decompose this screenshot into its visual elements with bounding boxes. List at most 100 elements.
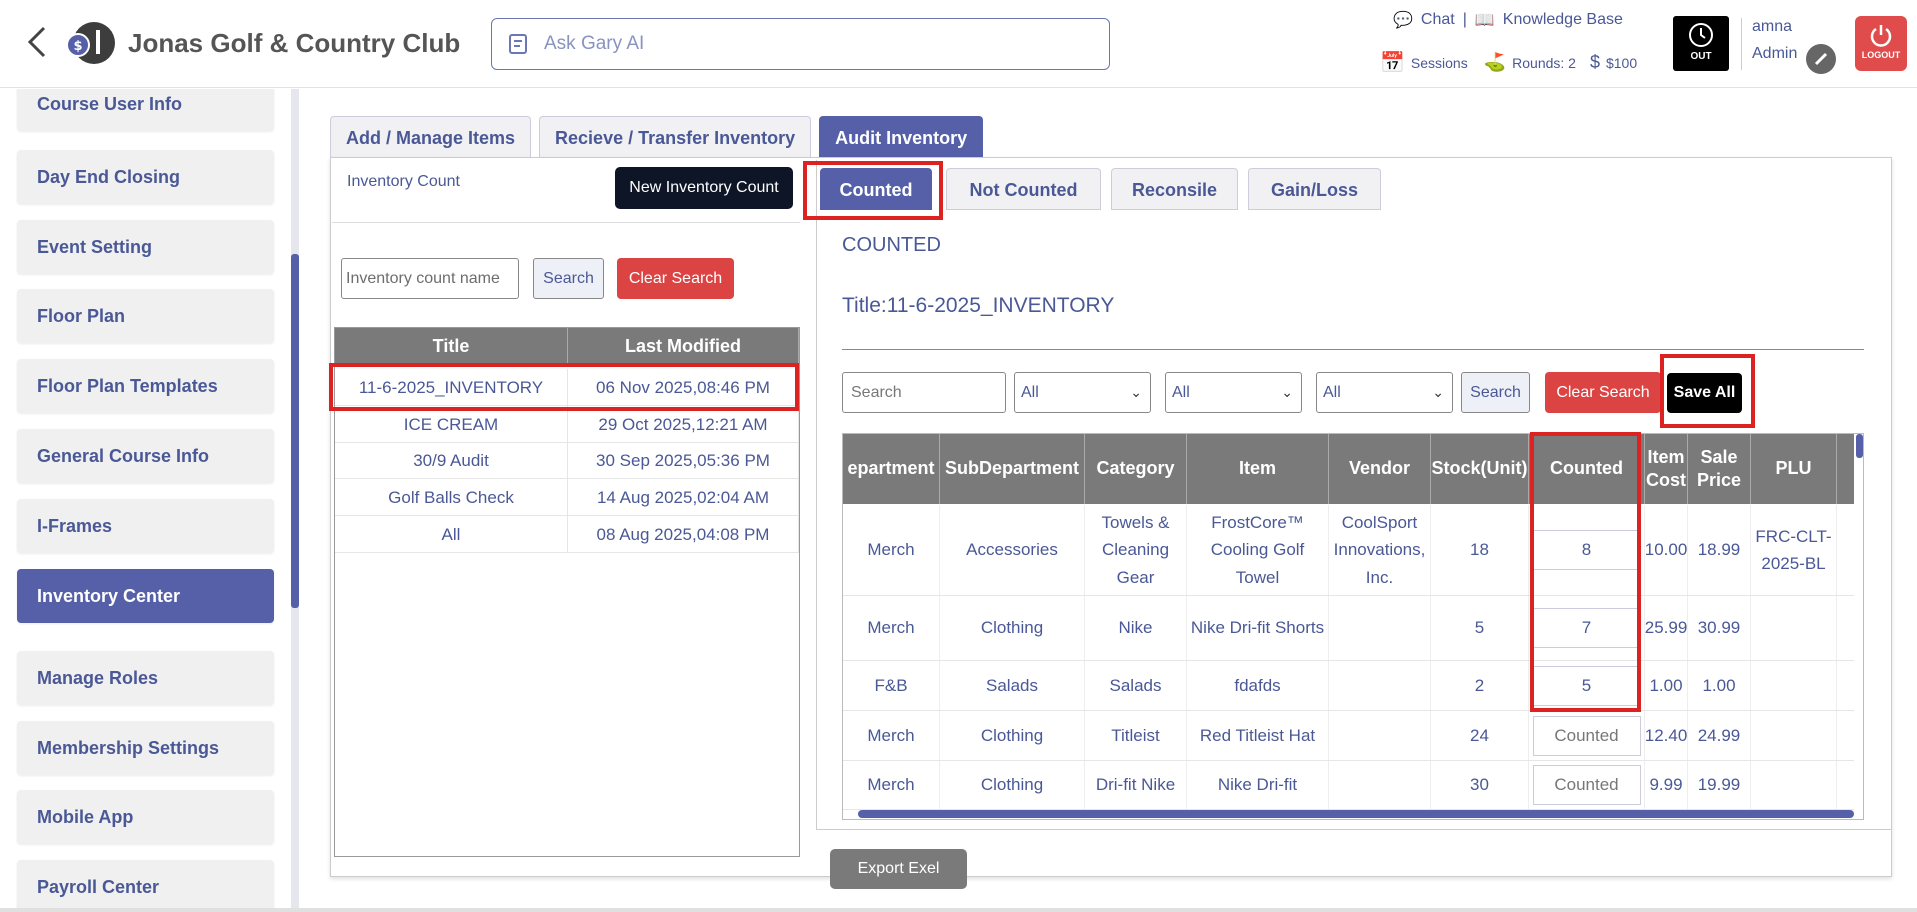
items-search-button[interactable]: Search (1461, 372, 1530, 413)
new-inventory-count-button[interactable]: New Inventory Count (615, 167, 793, 209)
subdepartment-filter-select[interactable]: All ⌄ (1165, 372, 1302, 413)
tab-not-counted[interactable]: Not Counted (946, 168, 1101, 210)
export-excel-button[interactable]: Export Exel (830, 849, 967, 889)
column-last-modified[interactable]: Last Modified (568, 328, 799, 365)
cell-counted (1529, 761, 1645, 809)
cell-item-cost: 10.00 (1645, 505, 1688, 595)
cell-vendor (1329, 761, 1431, 809)
cell-vendor (1329, 711, 1431, 760)
cell-sale-price: 24.99 (1688, 711, 1751, 760)
chat-link[interactable]: Chat (1421, 11, 1455, 29)
column-department[interactable]: epartment (843, 434, 940, 504)
cell-category: Titleist (1085, 711, 1187, 760)
cell-item: Nike Dri-fit Shorts (1187, 596, 1329, 660)
section-heading: COUNTED (842, 234, 941, 256)
sidebar-item-day-end-closing[interactable]: Day End Closing (17, 150, 274, 204)
sidebar: Course User Info Day End Closing Event S… (0, 89, 300, 912)
counted-input[interactable] (1532, 765, 1641, 805)
table-row[interactable]: Merch Accessories Towels & Cleaning Gear… (843, 505, 1854, 596)
column-category[interactable]: Category (1085, 434, 1187, 504)
dollar-icon: $ (1589, 52, 1600, 72)
table-horizontal-scrollbar[interactable] (858, 810, 1854, 818)
table-row[interactable]: Golf Balls Check 14 Aug 2025,02:04 AM (335, 479, 799, 516)
sidebar-item-course-user-info[interactable]: Course User Info (17, 89, 274, 131)
edit-profile-icon[interactable] (1806, 44, 1836, 74)
cell-subdepartment: Clothing (940, 761, 1085, 809)
tab-gain-loss[interactable]: Gain/Loss (1248, 168, 1381, 210)
table-row[interactable]: 30/9 Audit 30 Sep 2025,05:36 PM (335, 442, 799, 479)
department-filter-select[interactable]: All ⌄ (1014, 372, 1151, 413)
clock-icon (1689, 23, 1713, 47)
table-row[interactable]: ICE CREAM 29 Oct 2025,12:21 AM (335, 406, 799, 443)
header-divider (1741, 18, 1742, 70)
sidebar-item-floor-plan[interactable]: Floor Plan (17, 289, 274, 343)
user-role: Admin (1752, 45, 1798, 62)
column-stock[interactable]: Stock(Unit) (1431, 434, 1529, 504)
ask-gary-ai-input[interactable] (544, 33, 1064, 55)
cell-category: Dri-fit Nike (1085, 761, 1187, 809)
column-sale-price[interactable]: Sale Price (1688, 434, 1751, 504)
back-arrow-icon[interactable] (22, 22, 52, 62)
sidebar-item-general-course-info[interactable]: General Course Info (17, 429, 274, 483)
chevron-down-icon: ⌄ (1130, 384, 1142, 400)
column-subdepartment[interactable]: SubDepartment (940, 434, 1085, 504)
out-label: OUT (1690, 51, 1712, 62)
sessions-link[interactable]: Sessions (1411, 55, 1468, 71)
cell-department: Merch (843, 761, 940, 809)
column-plu[interactable]: PLU (1751, 434, 1837, 504)
golf-cart-icon: ⛳ (1483, 52, 1507, 72)
cell-category: Towels & Cleaning Gear (1085, 505, 1187, 595)
main-tabs: Add / Manage Items Recieve / Transfer In… (330, 116, 984, 158)
table-row[interactable]: Merch Clothing Nike Nike Dri-fit Shorts … (843, 596, 1854, 661)
counted-input[interactable] (1532, 715, 1641, 756)
column-item[interactable]: Item (1187, 434, 1329, 504)
inventory-clear-search-button[interactable]: Clear Search (617, 258, 734, 299)
items-table-header: epartment SubDepartment Category Item Ve… (843, 434, 1854, 504)
chat-icon[interactable]: 💬 (1393, 10, 1413, 30)
sidebar-item-inventory-center[interactable]: Inventory Center (17, 569, 274, 623)
items-clear-search-button[interactable]: Clear Search (1545, 372, 1661, 413)
column-title[interactable]: Title (335, 328, 568, 365)
cell-vendor (1329, 661, 1431, 710)
knowledge-base-link[interactable]: Knowledge Base (1503, 11, 1623, 29)
ask-gary-ai-box[interactable] (491, 18, 1110, 70)
category-filter-select[interactable]: All ⌄ (1316, 372, 1453, 413)
title-divider (842, 349, 1864, 350)
sidebar-scroll-thumb[interactable] (291, 254, 299, 608)
tab-receive-transfer-inventory[interactable]: Recieve / Transfer Inventory (539, 116, 812, 158)
row-modified: 30 Sep 2025,05:36 PM (568, 442, 799, 478)
table-row[interactable]: All 08 Aug 2025,04:08 PM (335, 516, 799, 553)
cell-category: Salads (1085, 661, 1187, 710)
table-row[interactable]: F&B Salads Salads fdafds 2 1.00 1.00 (843, 661, 1854, 711)
sidebar-item-i-frames[interactable]: I-Frames (17, 499, 274, 553)
table-row[interactable]: Merch Clothing Titleist Red Titleist Hat… (843, 711, 1854, 761)
table-vertical-scrollbar[interactable] (1856, 434, 1863, 458)
inventory-count-search-input[interactable] (341, 258, 519, 299)
book-icon[interactable]: 📖 (1475, 10, 1495, 30)
tab-audit-inventory[interactable]: Audit Inventory (819, 116, 984, 158)
inventory-search-button[interactable]: Search (533, 258, 604, 299)
table-row[interactable]: Merch Clothing Dri-fit Nike Nike Dri-fit… (843, 761, 1854, 810)
sidebar-item-floor-plan-templates[interactable]: Floor Plan Templates (17, 359, 274, 413)
tab-add-manage-items[interactable]: Add / Manage Items (330, 116, 532, 158)
sidebar-item-membership-settings[interactable]: Membership Settings (17, 721, 274, 775)
sidebar-item-event-setting[interactable]: Event Setting (17, 220, 274, 274)
sidebar-item-payroll-center[interactable]: Payroll Center (17, 860, 274, 912)
chevron-down-icon: ⌄ (1432, 384, 1444, 400)
inventory-title: Title:11-6-2025_INVENTORY (842, 294, 1115, 317)
sidebar-item-manage-roles[interactable]: Manage Roles (17, 651, 274, 705)
filter-value: All (1172, 384, 1190, 401)
cell-subdepartment: Accessories (940, 505, 1085, 595)
items-search-input[interactable] (842, 372, 1006, 413)
cell-plu (1751, 661, 1837, 710)
sidebar-item-mobile-app[interactable]: Mobile App (17, 790, 274, 844)
balance-amount: $100 (1605, 54, 1638, 71)
column-item-cost[interactable]: Item Cost (1645, 434, 1688, 504)
left-divider (332, 222, 800, 223)
tab-reconsile[interactable]: Reconsile (1111, 168, 1238, 210)
cell-stock: 2 (1431, 661, 1529, 710)
clock-out-button[interactable]: OUT (1673, 16, 1729, 71)
column-vendor[interactable]: Vendor (1329, 434, 1431, 504)
cell-subdepartment: Clothing (940, 596, 1085, 660)
logout-button[interactable]: LOGOUT (1855, 16, 1907, 71)
